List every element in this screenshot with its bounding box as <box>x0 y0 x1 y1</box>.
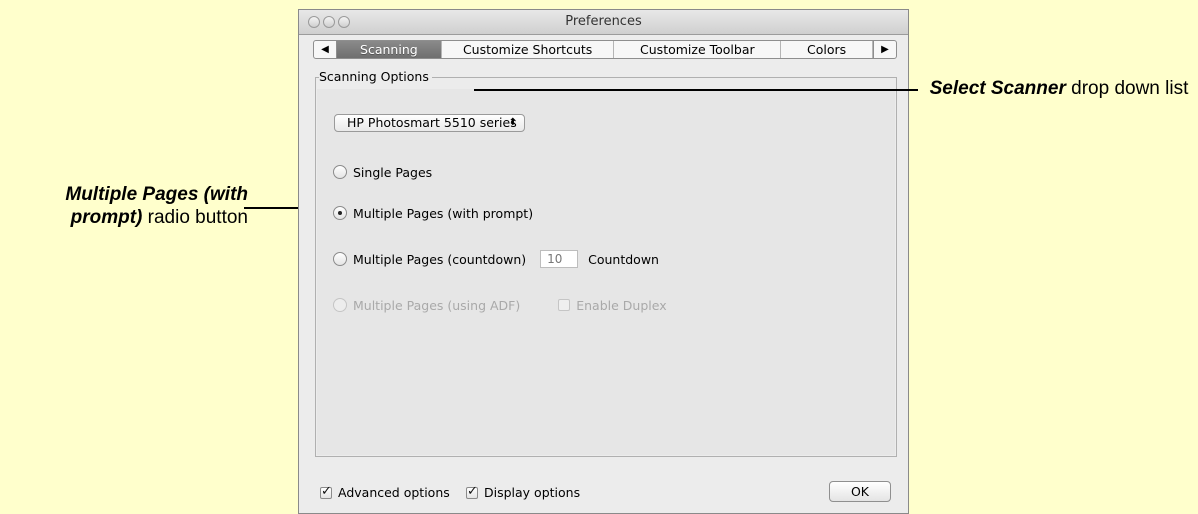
callout-leader-line-right <box>474 89 918 91</box>
triangle-right-icon[interactable]: ▶ <box>873 41 896 58</box>
scanner-select-value: HP Photosmart 5510 series <box>347 115 517 130</box>
triangle-left-icon[interactable]: ◀ <box>314 41 337 58</box>
countdown-input[interactable]: 10 <box>540 250 579 268</box>
multiple-pages-adf-label: Multiple Pages (using ADF) <box>353 297 521 313</box>
tab-customize-shortcuts[interactable]: Customize Shortcuts <box>442 41 615 58</box>
tab-scanning[interactable]: Scanning <box>336 41 442 58</box>
enable-duplex-label: Enable Duplex <box>576 297 667 313</box>
callout-select-scanner: Select Scanner drop down list <box>925 77 1193 100</box>
single-pages-label: Single Pages <box>353 164 433 180</box>
multiple-pages-prompt-radio[interactable] <box>333 206 347 220</box>
multiple-pages-prompt-label: Multiple Pages (with prompt) <box>353 205 534 221</box>
advanced-options-label: Advanced options <box>338 485 450 500</box>
callout-right-emphasis: Select Scanner <box>929 78 1066 99</box>
multiple-pages-countdown-option[interactable]: Multiple Pages (countdown) 10 Countdown <box>333 250 659 268</box>
updown-arrows-icon: ⬍ <box>508 117 517 128</box>
single-pages-radio[interactable] <box>333 165 347 179</box>
display-options-checkbox[interactable] <box>466 486 478 499</box>
advanced-options-checkbox-row[interactable]: Advanced options <box>320 485 450 500</box>
advanced-options-checkbox[interactable] <box>320 486 332 499</box>
callout-multiple-pages-prompt: Multiple Pages (with prompt) radio butto… <box>8 183 248 229</box>
multiple-pages-adf-option: Multiple Pages (using ADF) Enable Duplex <box>333 296 667 314</box>
window-title: Preferences <box>565 14 642 29</box>
title-bar[interactable]: Preferences <box>299 10 908 35</box>
tab-customize-toolbar[interactable]: Customize Toolbar <box>614 41 782 58</box>
enable-duplex-checkbox <box>558 299 571 311</box>
tab-bar: ◀ Scanning Customize Shortcuts Customize… <box>313 40 897 59</box>
multiple-pages-countdown-radio[interactable] <box>333 252 347 266</box>
display-options-label: Display options <box>484 485 581 500</box>
scanner-select[interactable]: HP Photosmart 5510 series ⬍ <box>334 114 525 132</box>
single-pages-option[interactable]: Single Pages <box>333 163 432 181</box>
countdown-label: Countdown <box>588 251 659 267</box>
multiple-pages-countdown-label: Multiple Pages (countdown) <box>353 251 527 267</box>
scanning-options-panel <box>317 89 895 455</box>
callout-right-text: drop down list <box>1065 78 1189 99</box>
multiple-pages-prompt-option[interactable]: Multiple Pages (with prompt) <box>333 204 533 222</box>
group-title: Scanning Options <box>319 69 432 84</box>
callout-left-text: radio button <box>142 207 248 228</box>
multiple-pages-adf-radio <box>333 298 347 312</box>
tab-colors[interactable]: Colors <box>781 41 874 58</box>
display-options-checkbox-row[interactable]: Display options <box>466 485 580 500</box>
ok-button[interactable]: OK <box>829 481 891 502</box>
